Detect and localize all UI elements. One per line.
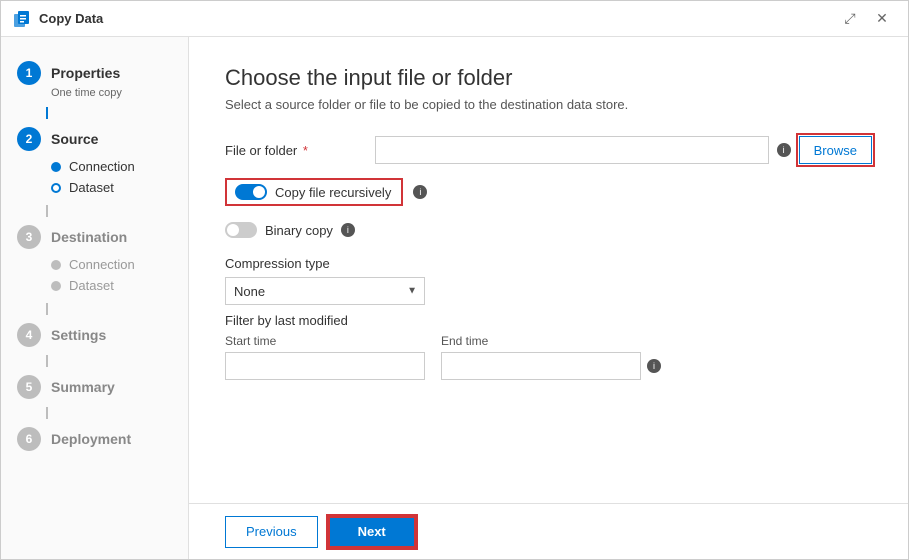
next-button[interactable]: Next [328,516,416,548]
step2-header: 2 Source [17,127,172,151]
start-time-label: Start time [225,334,425,348]
end-time-info[interactable]: i [647,359,661,373]
step3-circle: 3 [17,225,41,249]
step5-header: 5 Summary [17,375,172,399]
dest-dataset-dot [51,281,61,291]
file-folder-input[interactable] [375,136,769,164]
step6-circle: 6 [17,427,41,451]
filter-inputs: Start time End time i [225,334,872,380]
copy-recursively-toggle[interactable] [235,184,267,200]
step3-subitems: Connection Dataset [51,255,172,295]
end-time-label: End time [441,334,661,348]
step1-header: 1 Properties [17,61,172,85]
sidebar-item-properties[interactable]: 1 Properties One time copy [1,53,188,107]
step2-circle: 2 [17,127,41,151]
page-title: Choose the input file or folder [225,65,872,91]
dest-dataset-label: Dataset [69,278,114,293]
start-time-input[interactable] [225,352,425,380]
step6-label: Deployment [51,431,131,447]
step2-subitems: Connection Dataset [51,157,172,197]
end-time-group: End time i [441,334,661,380]
connector-4-5 [46,355,48,367]
step1-label: Properties [51,65,120,81]
main-area: Choose the input file or folder Select a… [189,37,908,559]
copy-recursively-toggle-box: Copy file recursively [225,178,403,206]
step3-label: Destination [51,229,127,245]
filter-section: Filter by last modified Start time End t… [225,313,872,380]
connector-2-3 [46,205,48,217]
dest-dataset-item[interactable]: Dataset [51,276,172,295]
binary-copy-info[interactable]: i [341,223,355,237]
binary-copy-label: Binary copy [265,223,333,238]
compression-section: Compression type None GZip Deflate BZip2… [225,256,872,305]
source-connection-label: Connection [69,159,135,174]
compression-label: Compression type [225,256,872,271]
step1-sublabel: One time copy [51,87,172,99]
connector-1-2 [46,107,48,119]
sidebar-item-deployment[interactable]: 6 Deployment [1,419,188,459]
source-connection-dot [51,162,61,172]
maximize-button[interactable]: ⤢ [836,5,864,33]
file-folder-input-wrap: i Browse [375,136,872,164]
sidebar-item-summary[interactable]: 5 Summary [1,367,188,407]
binary-copy-row: Binary copy i [225,216,872,244]
step1-circle: 1 [17,61,41,85]
dest-connection-item[interactable]: Connection [51,255,172,274]
copy-recursively-info[interactable]: i [413,185,427,199]
step5-label: Summary [51,379,115,395]
footer: Previous Next [189,503,908,559]
compression-select-wrap: None GZip Deflate BZip2 ZipDeflate Snapp… [225,277,425,305]
file-folder-info-dot[interactable]: i [777,143,791,157]
main-content: Choose the input file or folder Select a… [189,37,908,503]
step6-header: 6 Deployment [17,427,172,451]
source-dataset-dot [51,183,61,193]
start-time-group: Start time [225,334,425,380]
dest-connection-dot [51,260,61,270]
step2-label: Source [51,131,98,147]
source-dataset-label: Dataset [69,180,114,195]
copy-recursively-label: Copy file recursively [275,185,391,200]
step4-header: 4 Settings [17,323,172,347]
step4-circle: 4 [17,323,41,347]
connector-5-6 [46,407,48,419]
page-subtitle: Select a source folder or file to be cop… [225,97,872,112]
connector-3-4 [46,303,48,315]
source-dataset-item[interactable]: Dataset [51,178,172,197]
titlebar: Copy Data ⤢ ✕ [1,1,908,37]
titlebar-controls: ⤢ ✕ [836,5,896,33]
file-folder-row: File or folder * i Browse [225,136,872,164]
sidebar: 1 Properties One time copy 2 Source [1,37,189,559]
file-folder-label: File or folder * [225,143,365,158]
copy-recursively-row: Copy file recursively i [225,178,872,206]
content-area: 1 Properties One time copy 2 Source [1,37,908,559]
browse-button[interactable]: Browse [799,136,872,164]
step4-label: Settings [51,327,106,343]
end-time-input[interactable] [441,352,641,380]
compression-select[interactable]: None GZip Deflate BZip2 ZipDeflate Snapp… [225,277,425,305]
previous-button[interactable]: Previous [225,516,318,548]
sidebar-item-settings[interactable]: 4 Settings [1,315,188,355]
step3-header: 3 Destination [17,225,172,249]
copy-data-icon [13,10,31,28]
binary-copy-toggle[interactable] [225,222,257,238]
step5-circle: 5 [17,375,41,399]
dest-connection-label: Connection [69,257,135,272]
window-title: Copy Data [39,11,103,26]
source-connection-item[interactable]: Connection [51,157,172,176]
sidebar-item-destination[interactable]: 3 Destination Connection Dataset [1,217,188,303]
filter-label: Filter by last modified [225,313,872,328]
titlebar-left: Copy Data [13,10,103,28]
copy-data-window: Copy Data ⤢ ✕ 1 Properties One time copy [0,0,909,560]
close-button[interactable]: ✕ [868,5,896,33]
sidebar-item-source[interactable]: 2 Source Connection Dataset [1,119,188,205]
